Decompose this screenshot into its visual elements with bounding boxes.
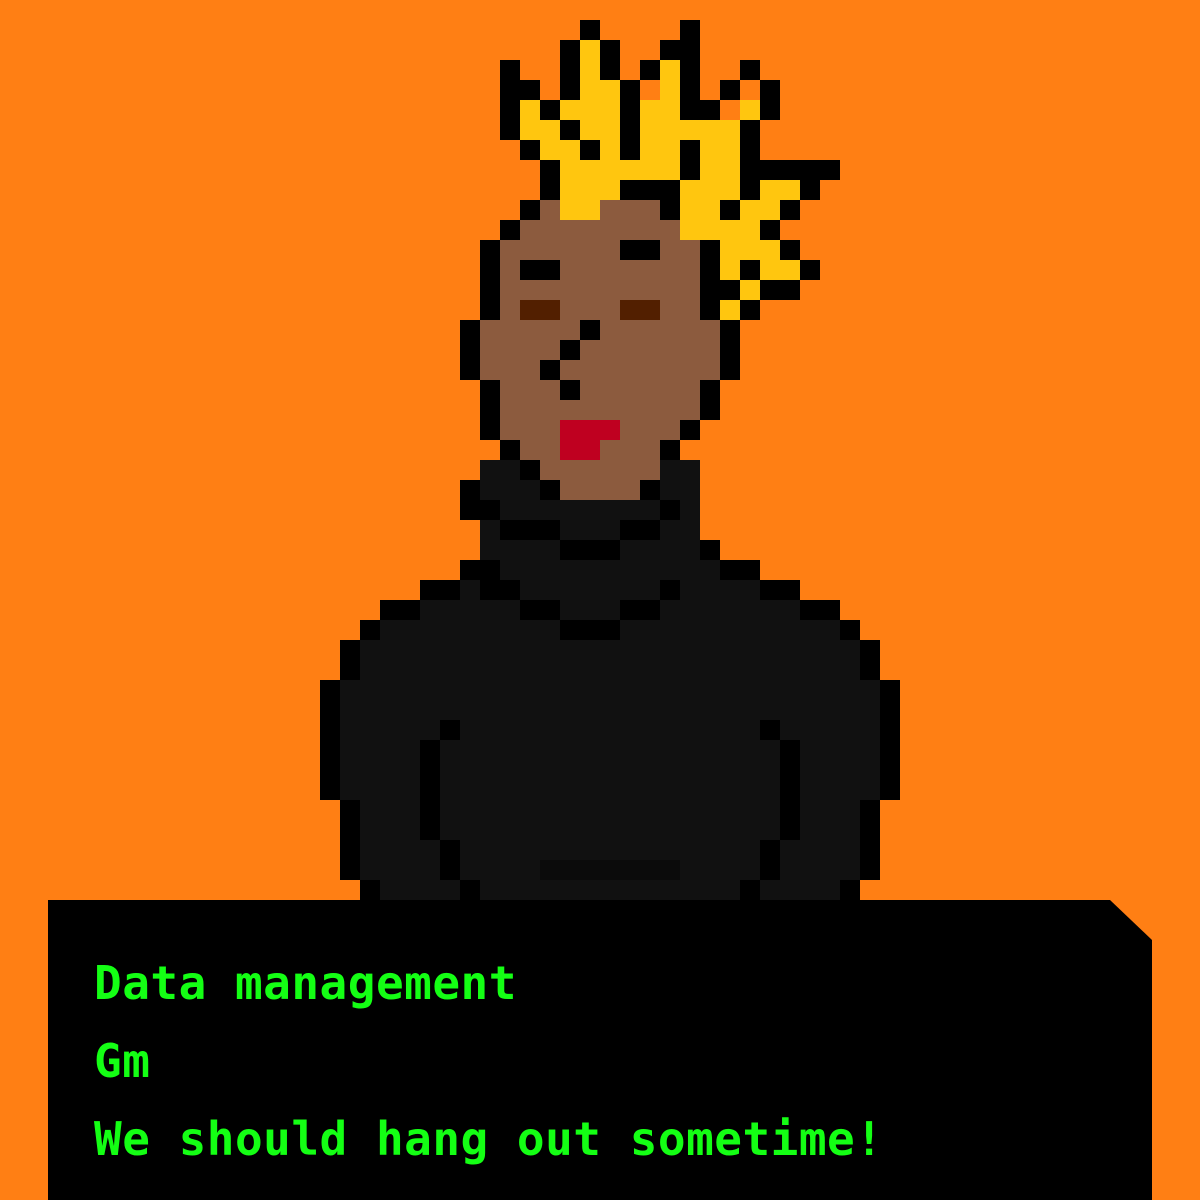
dialog-box: Data management Gm We should hang out so… <box>48 900 1152 1200</box>
nose <box>580 320 600 340</box>
left-brow <box>520 260 560 280</box>
dialog-line-title: Data management <box>94 956 517 1010</box>
left-eye <box>520 300 560 320</box>
right-brow <box>620 240 660 260</box>
dialog-line-greeting: Gm <box>94 1034 151 1088</box>
dialog-line-message: We should hang out sometime! <box>94 1112 884 1166</box>
right-eye <box>620 300 660 320</box>
